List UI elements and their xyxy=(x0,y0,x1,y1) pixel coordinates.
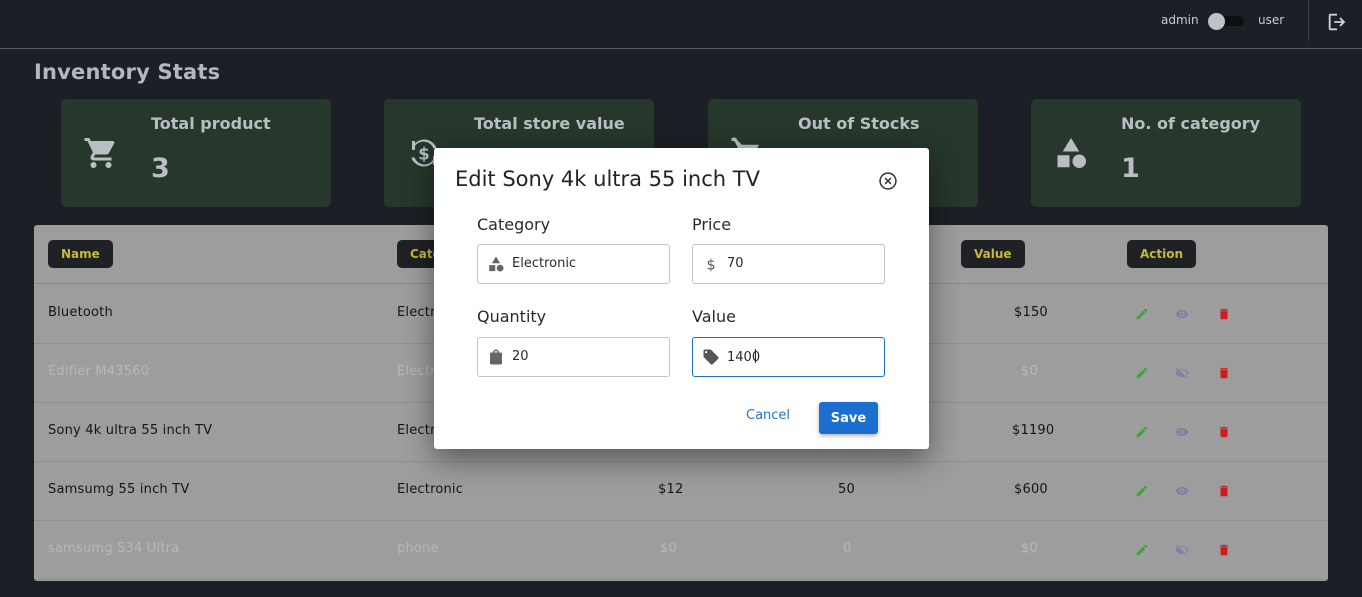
cell-value: $0 xyxy=(1021,541,1038,556)
cell-category: Electr xyxy=(397,423,436,438)
top-bar: admin user xyxy=(0,0,1362,49)
edit-icon[interactable] xyxy=(1135,307,1149,321)
dialog-title: Edit Sony 4k ultra 55 inch TV xyxy=(455,167,760,191)
shopping-bag-icon xyxy=(490,349,502,365)
edit-product-dialog: Edit Sony 4k ultra 55 inch TV Category E… xyxy=(434,148,929,449)
value-value: 1400 xyxy=(727,349,761,365)
eye-off-icon[interactable] xyxy=(1175,543,1189,557)
admin-label: admin xyxy=(1161,13,1199,27)
eye-icon[interactable] xyxy=(1175,425,1189,439)
value-field[interactable]: 1400 xyxy=(692,337,885,377)
delete-icon[interactable] xyxy=(1217,484,1231,498)
cell-name: Bluetooth xyxy=(48,305,113,320)
price-label: Price xyxy=(692,215,732,234)
quantity-field[interactable]: 20 xyxy=(477,337,670,377)
category-value: Electronic xyxy=(512,256,577,271)
card-value: 3 xyxy=(151,153,170,184)
cell-quantity: 0 xyxy=(843,541,852,556)
category-icon xyxy=(1057,138,1086,168)
tag-icon xyxy=(703,349,719,365)
cell-category: Electr xyxy=(397,305,436,320)
cell-value: $150 xyxy=(1014,305,1048,320)
table-row: Samsumg 55 inch TV Electronic $12 50 $60… xyxy=(34,461,1328,521)
cell-name: Sony 4k ultra 55 inch TV xyxy=(48,423,213,438)
stat-card-no-of-category: No. of category 1 xyxy=(1031,99,1301,207)
text-caret xyxy=(755,349,757,363)
cell-price: $0 xyxy=(660,541,677,556)
cell-value: $600 xyxy=(1014,482,1048,497)
value-label: Value xyxy=(692,307,736,326)
table-row: samsumg S34 Ultra phone $0 0 $0 xyxy=(34,520,1328,580)
category-icon xyxy=(489,256,504,272)
dollar-icon: $ xyxy=(706,257,715,273)
eye-icon[interactable] xyxy=(1175,484,1189,498)
cell-category: Electronic xyxy=(397,482,464,497)
header-value[interactable]: Value xyxy=(961,240,1025,268)
edit-icon[interactable] xyxy=(1135,484,1149,498)
card-title: Out of Stocks xyxy=(798,114,920,133)
role-toggle[interactable] xyxy=(1208,13,1244,30)
delete-icon[interactable] xyxy=(1217,543,1231,557)
divider xyxy=(1308,0,1309,41)
logout-icon[interactable] xyxy=(1326,11,1348,33)
eye-off-icon[interactable] xyxy=(1175,366,1189,380)
user-label: user xyxy=(1258,13,1285,27)
price-field[interactable]: $ 70 xyxy=(692,244,885,284)
page-title: Inventory Stats xyxy=(34,60,221,84)
eye-icon[interactable] xyxy=(1175,307,1189,321)
quantity-label: Quantity xyxy=(477,307,547,326)
edit-icon[interactable] xyxy=(1135,543,1149,557)
close-icon[interactable] xyxy=(878,171,898,191)
card-title: No. of category xyxy=(1121,114,1261,133)
svg-text:$: $ xyxy=(706,257,715,273)
header-name[interactable]: Name xyxy=(48,240,113,268)
cell-category: Electr xyxy=(397,364,436,379)
save-button[interactable]: Save xyxy=(819,402,878,434)
cell-quantity: 50 xyxy=(838,482,855,497)
price-value: 70 xyxy=(727,256,744,271)
cancel-button[interactable]: Cancel xyxy=(746,408,790,423)
cell-value: $0 xyxy=(1021,364,1038,379)
cell-category: phone xyxy=(397,541,439,556)
header-action: Action xyxy=(1127,240,1197,268)
category-label: Category xyxy=(477,215,551,234)
cell-value: $1190 xyxy=(1012,423,1055,438)
card-title: Total store value xyxy=(474,114,625,133)
cell-name: Samsumg 55 inch TV xyxy=(48,482,190,497)
delete-icon[interactable] xyxy=(1217,425,1231,439)
delete-icon[interactable] xyxy=(1217,366,1231,380)
cell-name: Edifier M43560 xyxy=(48,364,150,379)
cell-price: $12 xyxy=(658,482,684,497)
category-field[interactable]: Electronic xyxy=(477,244,670,284)
card-value: 1 xyxy=(1121,153,1140,184)
toggle-thumb xyxy=(1208,13,1225,30)
cart-icon xyxy=(84,138,115,168)
quantity-value: 20 xyxy=(512,349,529,364)
stat-card-total-product: Total product 3 xyxy=(61,99,331,207)
edit-icon[interactable] xyxy=(1135,425,1149,439)
edit-icon[interactable] xyxy=(1135,366,1149,380)
cell-name: samsumg S34 Ultra xyxy=(48,541,180,556)
svg-text:$: $ xyxy=(418,144,429,163)
delete-icon[interactable] xyxy=(1217,307,1231,321)
card-title: Total product xyxy=(151,114,271,133)
